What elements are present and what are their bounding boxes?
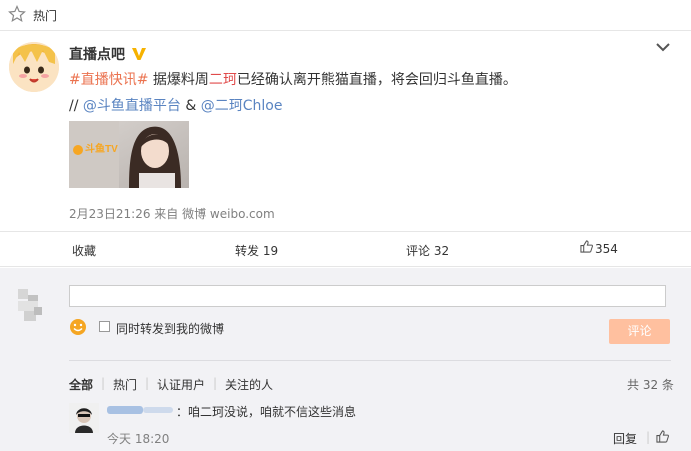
current-user-avatar xyxy=(18,289,42,321)
comment-count: 共 32 条 xyxy=(627,378,674,392)
favorite-button[interactable]: 收藏 xyxy=(72,242,96,259)
post-text-part1: 据爆料周 xyxy=(148,72,209,88)
post-image-thumbnail[interactable]: 斗鱼TV xyxy=(69,121,189,188)
submit-comment-button[interactable]: 评论 xyxy=(609,319,670,344)
author-name[interactable]: 直播点吧 xyxy=(69,44,125,64)
filter-following[interactable]: 关注的人 xyxy=(225,376,273,393)
emoji-smile-icon[interactable] xyxy=(69,318,87,336)
mention-douyu[interactable]: @斗鱼直播平台 xyxy=(83,98,181,114)
reply-button[interactable]: 回复 xyxy=(613,430,637,447)
post-text-part2: 已经确认离开熊猫直播，将会回归斗鱼直播。 xyxy=(236,72,517,88)
mention-prefix: // xyxy=(69,98,83,114)
post-mentions: // @斗鱼直播平台 & @二珂Chloe xyxy=(69,95,282,115)
commenter-avatar[interactable] xyxy=(69,403,99,433)
repost-button[interactable]: 转发 19 xyxy=(235,242,278,259)
comment-action-separator: | xyxy=(646,430,651,444)
comment-thumbs-up-icon[interactable] xyxy=(656,430,669,443)
filter-hot[interactable]: 热门 xyxy=(113,376,137,393)
like-button[interactable]: 354 xyxy=(595,242,618,256)
thumbnail-logo-text: 斗鱼TV xyxy=(85,142,118,155)
commenter-avatar-illustration xyxy=(69,403,99,433)
author-avatar[interactable] xyxy=(9,42,59,92)
post-meta: 2月23日21:26 来自 微博 weibo.com xyxy=(69,207,275,221)
hashtag-link[interactable]: #直播快讯# xyxy=(69,72,148,88)
chevron-down-icon[interactable] xyxy=(656,42,670,52)
filter-verified[interactable]: 认证用户 xyxy=(157,376,205,393)
comment-button[interactable]: 评论 32 xyxy=(406,242,449,259)
filter-all[interactable]: 全部 xyxy=(69,376,93,393)
comment-text: ：咱二珂没说，咱就不信这些消息 xyxy=(176,405,357,419)
mention-amp: & xyxy=(180,98,201,114)
thumbs-up-icon[interactable] xyxy=(580,240,593,253)
forward-checkbox[interactable] xyxy=(99,321,110,332)
star-icon xyxy=(8,5,26,22)
filter-separator: | xyxy=(101,376,106,390)
mention-erke[interactable]: @二珂Chloe xyxy=(201,98,283,114)
top-bar: 热门 xyxy=(0,0,691,31)
filter-separator: | xyxy=(213,376,218,390)
post-text: #直播快讯# 据爆料周二珂已经确认离开熊猫直播，将会回归斗鱼直播。 xyxy=(69,69,517,89)
thumbnail-illustration: 斗鱼TV xyxy=(69,121,189,188)
post-highlight: 二珂 xyxy=(208,72,237,88)
comment-input[interactable] xyxy=(69,285,666,307)
commenter-name-blurred[interactable] xyxy=(107,404,173,416)
avatar-illustration xyxy=(9,42,59,92)
filter-separator: | xyxy=(145,376,150,390)
divider xyxy=(69,360,671,361)
forward-checkbox-label: 同时转发到我的微博 xyxy=(116,322,225,336)
verified-v-icon xyxy=(132,48,146,60)
top-bar-title: 热门 xyxy=(33,9,58,23)
comment-time: 今天 18:20 xyxy=(107,432,170,446)
